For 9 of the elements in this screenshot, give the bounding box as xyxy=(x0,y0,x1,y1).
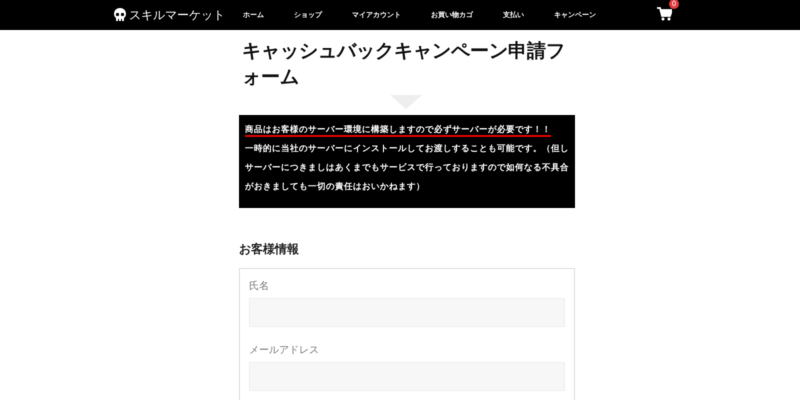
site-logo[interactable]: スキルマーケット xyxy=(129,6,225,24)
section-heading: お客様情報 xyxy=(239,241,300,257)
cart-icon[interactable] xyxy=(657,6,672,20)
page-title: キャッシュバックキャンペーン申請フォーム xyxy=(242,39,566,90)
field-label: 氏名 xyxy=(249,280,270,293)
notice-text: 一時的に当社のサーバーにインストールしてお渡しすることも可能です。（但しサーバーにつきましはあくまでもサービスで行っておりますので如何なる不具合がおきましても一切の責任はおいかねます） xyxy=(245,142,569,194)
skull-icon xyxy=(113,7,127,23)
notice-headline: 商品はお客様のサーバー環境に構築しますので必ずサーバーが必要です！！ xyxy=(245,125,551,137)
field-label: メールアドレス xyxy=(249,344,320,357)
